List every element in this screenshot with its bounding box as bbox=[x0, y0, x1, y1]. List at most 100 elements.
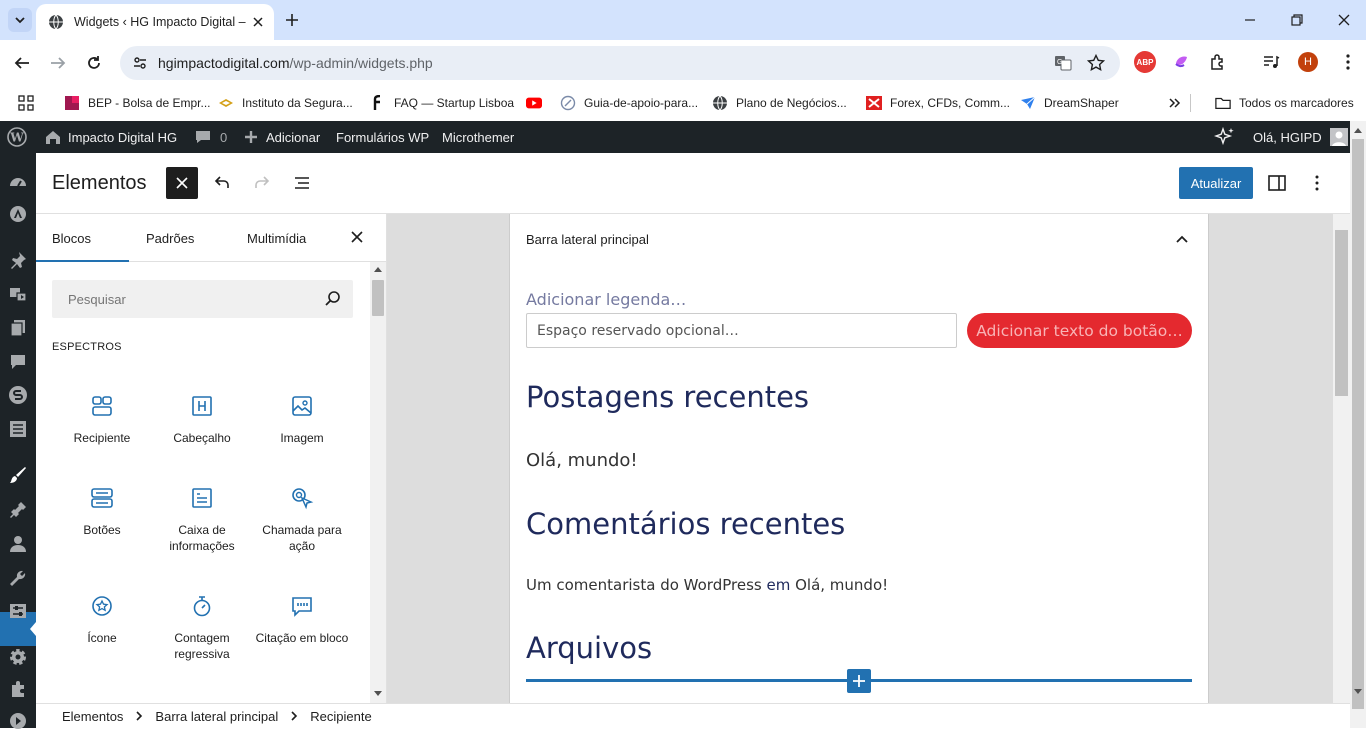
reload-icon[interactable] bbox=[85, 54, 103, 72]
menu-pages[interactable] bbox=[7, 317, 29, 339]
redo-button[interactable] bbox=[246, 167, 278, 199]
recent-comments-heading[interactable]: Comentários recentes bbox=[526, 507, 845, 541]
inserter-scrollbar[interactable] bbox=[370, 262, 386, 703]
breadcrumb-item[interactable]: Elementos bbox=[62, 709, 123, 724]
wp-logo[interactable]: W bbox=[7, 121, 27, 153]
page-scroll-up-icon[interactable] bbox=[1354, 127, 1362, 133]
block-container[interactable]: Recipiente bbox=[52, 384, 152, 476]
add-new-link[interactable]: Adicionar bbox=[243, 121, 320, 153]
more-bookmarks-icon[interactable] bbox=[1168, 96, 1182, 110]
adblock-plus-icon[interactable]: ABP bbox=[1134, 51, 1156, 73]
bookmark-plano[interactable]: Plano de Negócios... bbox=[712, 93, 847, 113]
close-window-icon[interactable] bbox=[1336, 12, 1352, 28]
close-inserter-button[interactable] bbox=[166, 167, 198, 199]
microthemer-link[interactable]: Microthemer bbox=[442, 121, 514, 153]
menu-media[interactable] bbox=[7, 283, 29, 305]
apps-grid-icon[interactable] bbox=[18, 95, 34, 111]
close-tab-icon[interactable] bbox=[250, 14, 266, 30]
address-bar[interactable]: hgimpactodigital.com/wp-admin/widgets.ph… bbox=[120, 46, 1120, 80]
block-info-box[interactable]: Caixa de informações bbox=[152, 476, 252, 568]
browser-tab-active[interactable]: Widgets ‹ HG Impacto Digital – bbox=[36, 4, 274, 40]
breadcrumb-item[interactable]: Barra lateral principal bbox=[155, 709, 278, 724]
all-bookmarks[interactable]: Todos os marcadores bbox=[1215, 93, 1354, 113]
menu-plugins[interactable] bbox=[7, 499, 29, 521]
extension-purple-icon[interactable] bbox=[1172, 52, 1192, 72]
menu-appearance[interactable] bbox=[7, 464, 29, 486]
document-overview-button[interactable] bbox=[286, 167, 318, 199]
extensions-puzzle-icon[interactable] bbox=[1209, 53, 1227, 71]
block-image[interactable]: Imagem bbox=[252, 384, 352, 476]
menu-dashboard[interactable] bbox=[7, 171, 29, 193]
block-buttons[interactable]: Botões bbox=[52, 476, 152, 568]
archives-heading[interactable]: Arquivos bbox=[526, 631, 652, 665]
close-tabs-button[interactable] bbox=[350, 230, 364, 244]
tab-media[interactable]: Multimídia bbox=[247, 214, 306, 262]
forward-arrow-icon[interactable] bbox=[49, 54, 67, 72]
options-menu-button[interactable] bbox=[1301, 167, 1333, 199]
site-name-link[interactable]: Impacto Digital HG bbox=[44, 121, 177, 153]
translate-icon[interactable]: G bbox=[1054, 54, 1072, 72]
comments-link[interactable]: 0 bbox=[194, 121, 227, 153]
menu-comments[interactable] bbox=[7, 351, 29, 373]
restore-icon[interactable] bbox=[1289, 12, 1305, 28]
menu-extra-tools[interactable] bbox=[7, 678, 29, 700]
site-info-icon[interactable] bbox=[132, 55, 148, 71]
tab-patterns[interactable]: Padrões bbox=[146, 214, 194, 262]
bookmark-guia[interactable]: Guia-de-apoio-para... bbox=[560, 93, 698, 113]
menu-settings-sliders[interactable] bbox=[7, 600, 29, 622]
recent-post-link[interactable]: Olá, mundo! bbox=[526, 450, 638, 471]
search-widget-button[interactable]: Adicionar texto do botão… bbox=[967, 313, 1192, 348]
user-account-link[interactable]: Olá, HGIPD bbox=[1253, 121, 1348, 153]
inserter-tabs: Blocos Padrões Multimídia bbox=[36, 214, 386, 262]
recent-posts-heading[interactable]: Postagens recentes bbox=[526, 380, 809, 414]
minimize-icon[interactable] bbox=[1242, 12, 1258, 28]
bookmark-dreamshaper[interactable]: DreamShaper bbox=[1020, 93, 1119, 113]
scroll-up-icon[interactable] bbox=[374, 266, 382, 272]
menu-plugin-s[interactable] bbox=[7, 384, 29, 406]
settings-sidebar-button[interactable] bbox=[1261, 167, 1293, 199]
back-arrow-icon[interactable] bbox=[13, 54, 31, 72]
bookmark-startup-lisboa[interactable]: FAQ — Startup Lisboa bbox=[370, 93, 514, 113]
recent-comment-item[interactable]: Um comentarista do WordPress em Olá, mun… bbox=[526, 576, 888, 594]
search-caption[interactable]: Adicionar legenda… bbox=[526, 290, 686, 309]
bookmark-forex[interactable]: Forex, CFDs, Comm... bbox=[866, 93, 1010, 113]
menu-forms[interactable] bbox=[7, 418, 29, 440]
menu-collapse[interactable] bbox=[7, 710, 29, 732]
tab-search-button[interactable] bbox=[8, 8, 32, 32]
ai-sparkle-link[interactable] bbox=[1214, 121, 1236, 153]
browser-menu-icon[interactable] bbox=[1339, 53, 1357, 71]
new-tab-icon[interactable] bbox=[284, 12, 300, 28]
media-controls-icon[interactable] bbox=[1262, 53, 1280, 71]
scroll-down-icon[interactable] bbox=[374, 691, 382, 697]
undo-button[interactable] bbox=[206, 167, 238, 199]
chevron-up-icon[interactable] bbox=[1170, 228, 1194, 252]
tab-blocks[interactable]: Blocos bbox=[52, 214, 91, 262]
redo-icon bbox=[255, 176, 270, 188]
block-icon[interactable]: Ícone bbox=[52, 584, 152, 676]
block-countdown[interactable]: Contagem regressiva bbox=[152, 584, 252, 676]
block-heading[interactable]: Cabeçalho bbox=[152, 384, 252, 476]
profile-avatar[interactable]: H bbox=[1298, 52, 1318, 72]
inserter-scroll-thumb[interactable] bbox=[372, 280, 384, 316]
block-search-input[interactable]: Pesquisar bbox=[52, 280, 353, 318]
forms-link[interactable]: Formulários WP bbox=[336, 121, 429, 153]
bookmark-bep[interactable]: BEP - Bolsa de Empr... bbox=[64, 93, 211, 113]
search-widget-input[interactable]: Espaço reservado opcional… bbox=[526, 313, 957, 348]
canvas-scroll-thumb[interactable] bbox=[1335, 230, 1348, 396]
add-block-button[interactable] bbox=[847, 669, 871, 693]
bookmark-instituto[interactable]: Instituto da Segura... bbox=[218, 93, 353, 113]
bookmark-star-icon[interactable] bbox=[1087, 54, 1105, 72]
menu-posts[interactable] bbox=[7, 249, 29, 271]
canvas-scrollbar[interactable] bbox=[1333, 214, 1350, 703]
page-scroll-down-icon[interactable] bbox=[1354, 689, 1362, 695]
bookmark-youtube[interactable] bbox=[526, 93, 550, 113]
block-quote[interactable]: Citação em bloco bbox=[252, 584, 352, 676]
block-call-to-action[interactable]: Chamada para ação bbox=[252, 476, 352, 568]
menu-tools[interactable] bbox=[7, 567, 29, 589]
menu-settings[interactable] bbox=[7, 646, 29, 668]
menu-astra[interactable] bbox=[7, 203, 29, 225]
update-button[interactable]: Atualizar bbox=[1179, 167, 1253, 199]
page-scroll-thumb[interactable] bbox=[1352, 139, 1364, 709]
menu-users[interactable] bbox=[7, 533, 29, 555]
page-scrollbar[interactable] bbox=[1350, 121, 1366, 728]
